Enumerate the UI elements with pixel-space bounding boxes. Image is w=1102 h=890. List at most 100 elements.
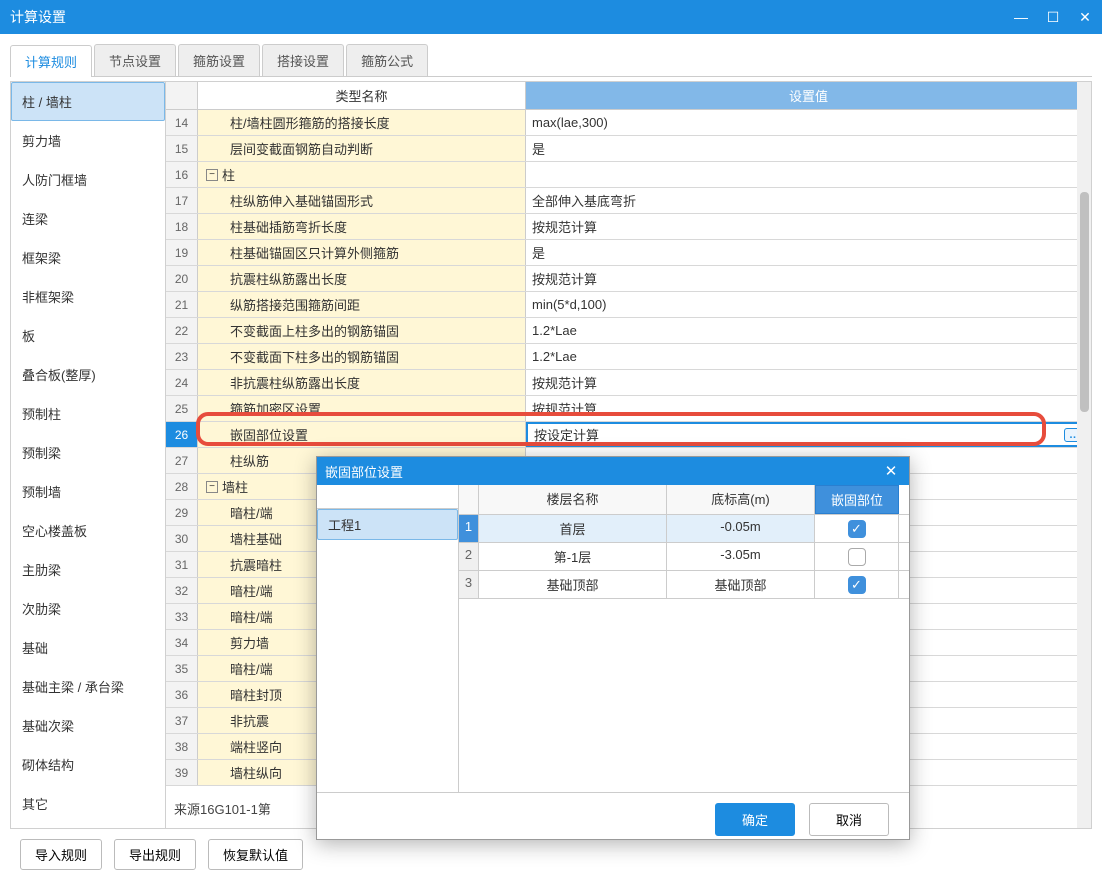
sidebar-item-10[interactable]: 预制墙 [11,472,165,511]
table-row[interactable]: 17柱纵筋伸入基础锚固形式全部伸入基底弯折 [166,188,1091,214]
sidebar-item-16[interactable]: 基础次梁 [11,706,165,745]
checkbox-icon[interactable]: ✓ [848,520,866,538]
row-number: 39 [166,760,198,785]
row-number: 15 [166,136,198,161]
sidebar-item-7[interactable]: 叠合板(整厚) [11,355,165,394]
scrollbar-thumb[interactable] [1080,192,1089,412]
table-row[interactable]: 15层间变截面钢筋自动判断是 [166,136,1091,162]
sidebar-item-11[interactable]: 空心楼盖板 [11,511,165,550]
sidebar-item-1[interactable]: 剪力墙 [11,121,165,160]
scrollbar-track[interactable] [1077,82,1091,828]
table-row[interactable]: 14柱/墙柱圆形箍筋的搭接长度max(lae,300) [166,110,1091,136]
maximize-icon[interactable]: ☐ [1046,10,1060,24]
table-row[interactable]: 20抗震柱纵筋露出长度按规范计算 [166,266,1091,292]
rule-value-cell[interactable] [526,162,1091,187]
sidebar-item-0[interactable]: 柱 / 墙柱 [11,82,165,121]
tab-bar: 计算规则节点设置箍筋设置搭接设置箍筋公式 [10,44,1092,77]
dialog-floor-name: 首层 [479,515,667,542]
rule-value-cell[interactable]: 按规范计算 [526,214,1091,239]
sidebar-item-4[interactable]: 框架梁 [11,238,165,277]
row-number: 31 [166,552,198,577]
rule-value-cell[interactable]: max(lae,300) [526,110,1091,135]
dialog-table-row[interactable]: 2第-1层-3.05m [459,543,909,571]
rule-value-cell[interactable]: 按规范计算 [526,370,1091,395]
table-row[interactable]: 19柱基础锚固区只计算外侧箍筋是 [166,240,1091,266]
minimize-icon[interactable]: — [1014,10,1028,24]
row-number: 26 [166,422,198,447]
rule-name-cell: 柱纵筋伸入基础锚固形式 [198,188,526,213]
row-number: 20 [166,266,198,291]
rule-name-cell: 箍筋加密区设置 [198,396,526,421]
table-row[interactable]: 18柱基础插筋弯折长度按规范计算 [166,214,1091,240]
rule-value-cell[interactable]: 是 [526,240,1091,265]
rule-value-cell[interactable]: 按规范计算 [526,396,1091,421]
tab-3[interactable]: 搭接设置 [262,44,344,76]
sidebar-item-13[interactable]: 次肋梁 [11,589,165,628]
rule-value-cell[interactable]: 是 [526,136,1091,161]
dialog-table-row[interactable]: 3基础顶部基础顶部✓ [459,571,909,599]
reset-default-button[interactable]: 恢复默认值 [208,839,303,870]
dialog-floor-name: 基础顶部 [479,571,667,598]
sidebar-item-15[interactable]: 基础主梁 / 承台梁 [11,667,165,706]
row-number: 28 [166,474,198,499]
rule-source: 来源16G101-1第 [168,793,277,824]
import-rules-button[interactable]: 导入规则 [20,839,102,870]
tab-2[interactable]: 箍筋设置 [178,44,260,76]
checkbox-icon[interactable] [848,548,866,566]
collapse-icon[interactable]: − [206,481,218,493]
embed-position-dialog: 嵌固部位设置 ✕ 工程1 楼层名称 底标高(m) 嵌固部位 1首层-0.05m✓… [316,456,910,840]
dialog-table-row[interactable]: 1首层-0.05m✓ [459,515,909,543]
table-row[interactable]: 23不变截面下柱多出的钢筋锚固1.2*Lae [166,344,1091,370]
row-number: 14 [166,110,198,135]
sidebar-item-9[interactable]: 预制梁 [11,433,165,472]
sidebar-item-3[interactable]: 连梁 [11,199,165,238]
row-number: 24 [166,370,198,395]
sidebar-item-8[interactable]: 预制柱 [11,394,165,433]
rule-name-cell: −柱 [198,162,526,187]
sidebar-item-17[interactable]: 砌体结构 [11,745,165,784]
rule-value-cell[interactable]: 1.2*Lae [526,318,1091,343]
row-number: 38 [166,734,198,759]
column-header-value: 设置值 [526,82,1091,109]
row-number: 16 [166,162,198,187]
sidebar-item-12[interactable]: 主肋梁 [11,550,165,589]
rule-value-cell[interactable]: 按设定计算… [526,422,1091,447]
dialog-row-index: 3 [459,571,479,598]
dialog-project-item[interactable]: 工程1 [317,509,458,540]
row-number: 34 [166,630,198,655]
rule-name-cell: 抗震柱纵筋露出长度 [198,266,526,291]
row-number: 17 [166,188,198,213]
table-row[interactable]: 16−柱 [166,162,1091,188]
close-icon[interactable]: ✕ [1078,10,1092,24]
rule-value-cell[interactable]: 按规范计算 [526,266,1091,291]
tab-4[interactable]: 箍筋公式 [346,44,428,76]
row-number: 23 [166,344,198,369]
sidebar-item-2[interactable]: 人防门框墙 [11,160,165,199]
dialog-ok-button[interactable]: 确定 [715,803,795,836]
row-number: 30 [166,526,198,551]
collapse-icon[interactable]: − [206,169,218,181]
table-row[interactable]: 26嵌固部位设置按设定计算… [166,422,1091,448]
table-row[interactable]: 22不变截面上柱多出的钢筋锚固1.2*Lae [166,318,1091,344]
export-rules-button[interactable]: 导出规则 [114,839,196,870]
rule-value-cell[interactable]: min(5*d,100) [526,292,1091,317]
dialog-floor-table: 楼层名称 底标高(m) 嵌固部位 1首层-0.05m✓2第-1层-3.05m3基… [459,485,909,792]
sidebar-item-14[interactable]: 基础 [11,628,165,667]
rule-value-cell[interactable]: 1.2*Lae [526,344,1091,369]
sidebar-item-5[interactable]: 非框架梁 [11,277,165,316]
table-row[interactable]: 25箍筋加密区设置按规范计算 [166,396,1091,422]
tab-1[interactable]: 节点设置 [94,44,176,76]
sidebar-item-6[interactable]: 板 [11,316,165,355]
row-number: 29 [166,500,198,525]
dialog-cancel-button[interactable]: 取消 [809,803,889,836]
checkbox-icon[interactable]: ✓ [848,576,866,594]
rule-name-cell: 柱基础插筋弯折长度 [198,214,526,239]
rule-value-cell[interactable]: 全部伸入基底弯折 [526,188,1091,213]
table-row[interactable]: 21纵筋搭接范围箍筋间距min(5*d,100) [166,292,1091,318]
dialog-col-elev: 底标高(m) [667,485,815,514]
sidebar-item-18[interactable]: 其它 [11,784,165,823]
row-number-header [166,82,198,109]
dialog-close-icon[interactable]: ✕ [881,461,901,481]
tab-0[interactable]: 计算规则 [10,45,92,77]
table-row[interactable]: 24非抗震柱纵筋露出长度按规范计算 [166,370,1091,396]
